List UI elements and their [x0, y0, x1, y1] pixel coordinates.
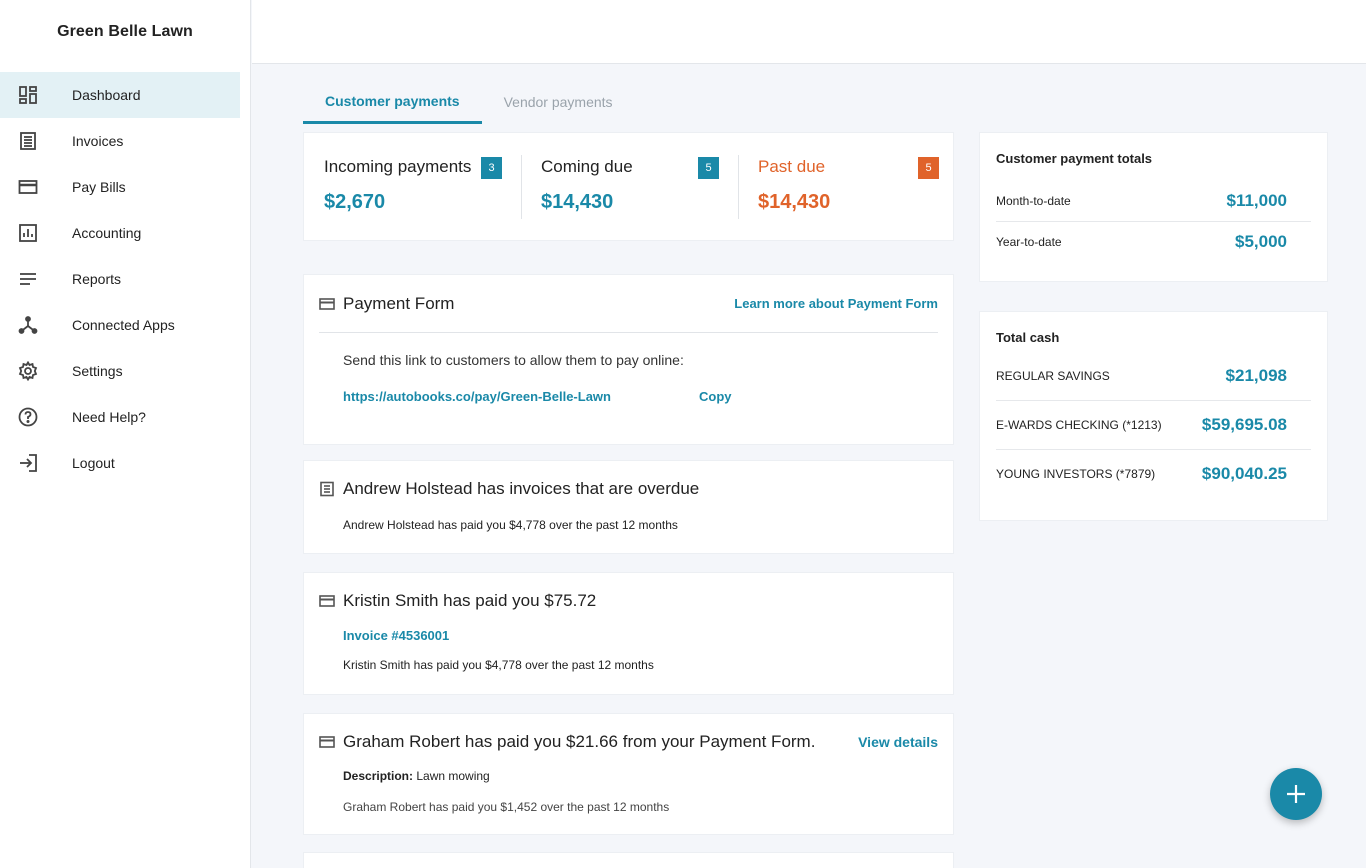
overdue-invoices-card: Andrew Holstead has invoices that are ov… — [303, 460, 954, 554]
incoming-payments-count-badge: 3 — [481, 157, 502, 179]
invoice-icon — [18, 131, 38, 151]
past-due-title: Past due — [758, 157, 826, 176]
sidebar-item-accounting[interactable]: Accounting — [0, 210, 240, 256]
card-title: Graham Robert has paid you $21.66 from y… — [343, 732, 816, 751]
total-cash-panel: Total cash REGULAR SAVINGS $21,098 E-WAR… — [979, 311, 1328, 521]
panel-title: Total cash — [996, 330, 1060, 345]
description-value: Lawn mowing — [416, 769, 490, 783]
sidebar-item-label: Connected Apps — [72, 317, 175, 333]
account-name: YOUNG INVESTORS (*7879) — [996, 467, 1156, 481]
sidebar: Green Belle Lawn Dashboard Invoices Pay … — [0, 0, 251, 868]
sidebar-item-label: Logout — [72, 455, 115, 471]
view-details-link[interactable]: View details — [858, 734, 938, 750]
logout-icon — [18, 453, 38, 473]
credit-card-icon — [319, 593, 335, 609]
past-due-amount: $14,430 — [758, 191, 831, 213]
account-balance: $21,098 — [1225, 365, 1287, 385]
bar-chart-icon — [18, 223, 38, 243]
payment-form-instruction: Send this link to customers to allow the… — [343, 352, 684, 368]
total-row: Year-to-date $5,000 — [996, 221, 1311, 262]
network-icon — [18, 315, 38, 335]
sidebar-nav: Dashboard Invoices Pay Bills Accounting … — [0, 72, 250, 486]
credit-card-icon — [319, 734, 335, 750]
payments-summary-card: Incoming payments $2,670 3 Coming due $1… — [303, 132, 954, 241]
total-row: Month-to-date $11,000 — [996, 180, 1311, 221]
lines-icon — [18, 269, 38, 289]
sidebar-item-label: Reports — [72, 271, 122, 287]
sidebar-item-label: Accounting — [72, 225, 142, 241]
account-balance: $90,040.25 — [1201, 464, 1287, 483]
sidebar-item-label: Need Help? — [72, 409, 146, 425]
copy-link-button[interactable]: Copy — [699, 389, 732, 404]
account-balance: $59,695.08 — [1201, 415, 1287, 434]
gear-icon — [18, 361, 38, 381]
past-due-count-badge: 5 — [918, 157, 939, 179]
incoming-payments-title: Incoming payments — [324, 157, 472, 176]
coming-due-amount: $14,430 — [541, 191, 614, 213]
payment-received-card: Kristin Smith has paid you $75.72 Invoic… — [303, 572, 954, 695]
invoice-link[interactable]: Invoice #4536001 — [343, 628, 938, 643]
panel-title: Customer payment totals — [996, 151, 1153, 166]
payment-history-text: Andrew Holstead has paid you $4,778 over… — [343, 518, 678, 532]
brand-name: Green Belle Lawn — [57, 23, 193, 40]
credit-card-icon — [319, 296, 335, 312]
payment-form-title: Payment Form — [343, 293, 455, 313]
payment-history-text: Graham Robert has paid you $1,452 over t… — [343, 800, 670, 814]
feed-card-partial — [303, 852, 954, 868]
payment-history-text: Kristin Smith has paid you $4,778 over t… — [343, 658, 654, 672]
card-title: Kristin Smith has paid you $75.72 — [343, 591, 597, 610]
payment-form-url[interactable]: https://autobooks.co/pay/Green-Belle-Law… — [343, 389, 699, 404]
total-label: Year-to-date — [996, 235, 1062, 249]
coming-due-summary[interactable]: Coming due $14,430 5 — [521, 133, 738, 240]
incoming-payments-amount: $2,670 — [324, 191, 386, 213]
total-value: $11,000 — [1226, 190, 1287, 210]
payment-tabs: Customer payments Vendor payments — [303, 80, 635, 124]
total-value: $5,000 — [1235, 232, 1287, 251]
dashboard-icon — [18, 85, 38, 105]
coming-due-count-badge: 5 — [698, 157, 719, 179]
payment-form-card: Payment Form Learn more about Payment Fo… — [303, 274, 954, 445]
sidebar-item-settings[interactable]: Settings — [0, 348, 240, 394]
tab-customer-payments[interactable]: Customer payments — [303, 80, 482, 124]
sidebar-item-label: Dashboard — [72, 87, 141, 103]
credit-card-icon — [18, 177, 38, 197]
payment-description: Description: Lawn mowing — [343, 769, 938, 783]
sidebar-item-label: Settings — [72, 363, 123, 379]
sidebar-item-pay-bills[interactable]: Pay Bills — [0, 164, 240, 210]
invoice-icon — [319, 481, 335, 497]
add-button[interactable] — [1270, 768, 1322, 820]
past-due-summary[interactable]: Past due $14,430 5 — [738, 133, 953, 240]
card-title: Andrew Holstead has invoices that are ov… — [343, 479, 700, 498]
payment-form-payment-card: Graham Robert has paid you $21.66 from y… — [303, 713, 954, 835]
sidebar-item-dashboard[interactable]: Dashboard — [0, 72, 240, 118]
customer-payment-totals-panel: Customer payment totals Month-to-date $1… — [979, 132, 1328, 282]
account-row: E-WARDS CHECKING (*1213) $59,695.08 — [996, 400, 1311, 449]
incoming-payments-summary[interactable]: Incoming payments $2,670 3 — [304, 133, 521, 240]
top-bar — [252, 0, 1366, 64]
coming-due-title: Coming due — [541, 157, 633, 176]
tab-vendor-payments[interactable]: Vendor payments — [482, 80, 635, 124]
account-row: REGULAR SAVINGS $21,098 — [996, 351, 1311, 400]
description-label: Description: — [343, 769, 414, 783]
sidebar-item-invoices[interactable]: Invoices — [0, 118, 240, 164]
help-icon — [18, 407, 38, 427]
sidebar-item-label: Invoices — [72, 133, 124, 149]
sidebar-item-connected-apps[interactable]: Connected Apps — [0, 302, 240, 348]
learn-more-link[interactable]: Learn more about Payment Form — [734, 296, 938, 311]
plus-icon — [1287, 785, 1305, 803]
sidebar-item-need-help[interactable]: Need Help? — [0, 394, 240, 440]
total-label: Month-to-date — [996, 193, 1071, 208]
sidebar-item-label: Pay Bills — [72, 179, 126, 195]
sidebar-item-logout[interactable]: Logout — [0, 440, 240, 486]
account-name: E-WARDS CHECKING (*1213) — [996, 418, 1162, 432]
sidebar-item-reports[interactable]: Reports — [0, 256, 240, 302]
account-name: REGULAR SAVINGS — [996, 368, 1110, 383]
account-row: YOUNG INVESTORS (*7879) $90,040.25 — [996, 449, 1311, 498]
